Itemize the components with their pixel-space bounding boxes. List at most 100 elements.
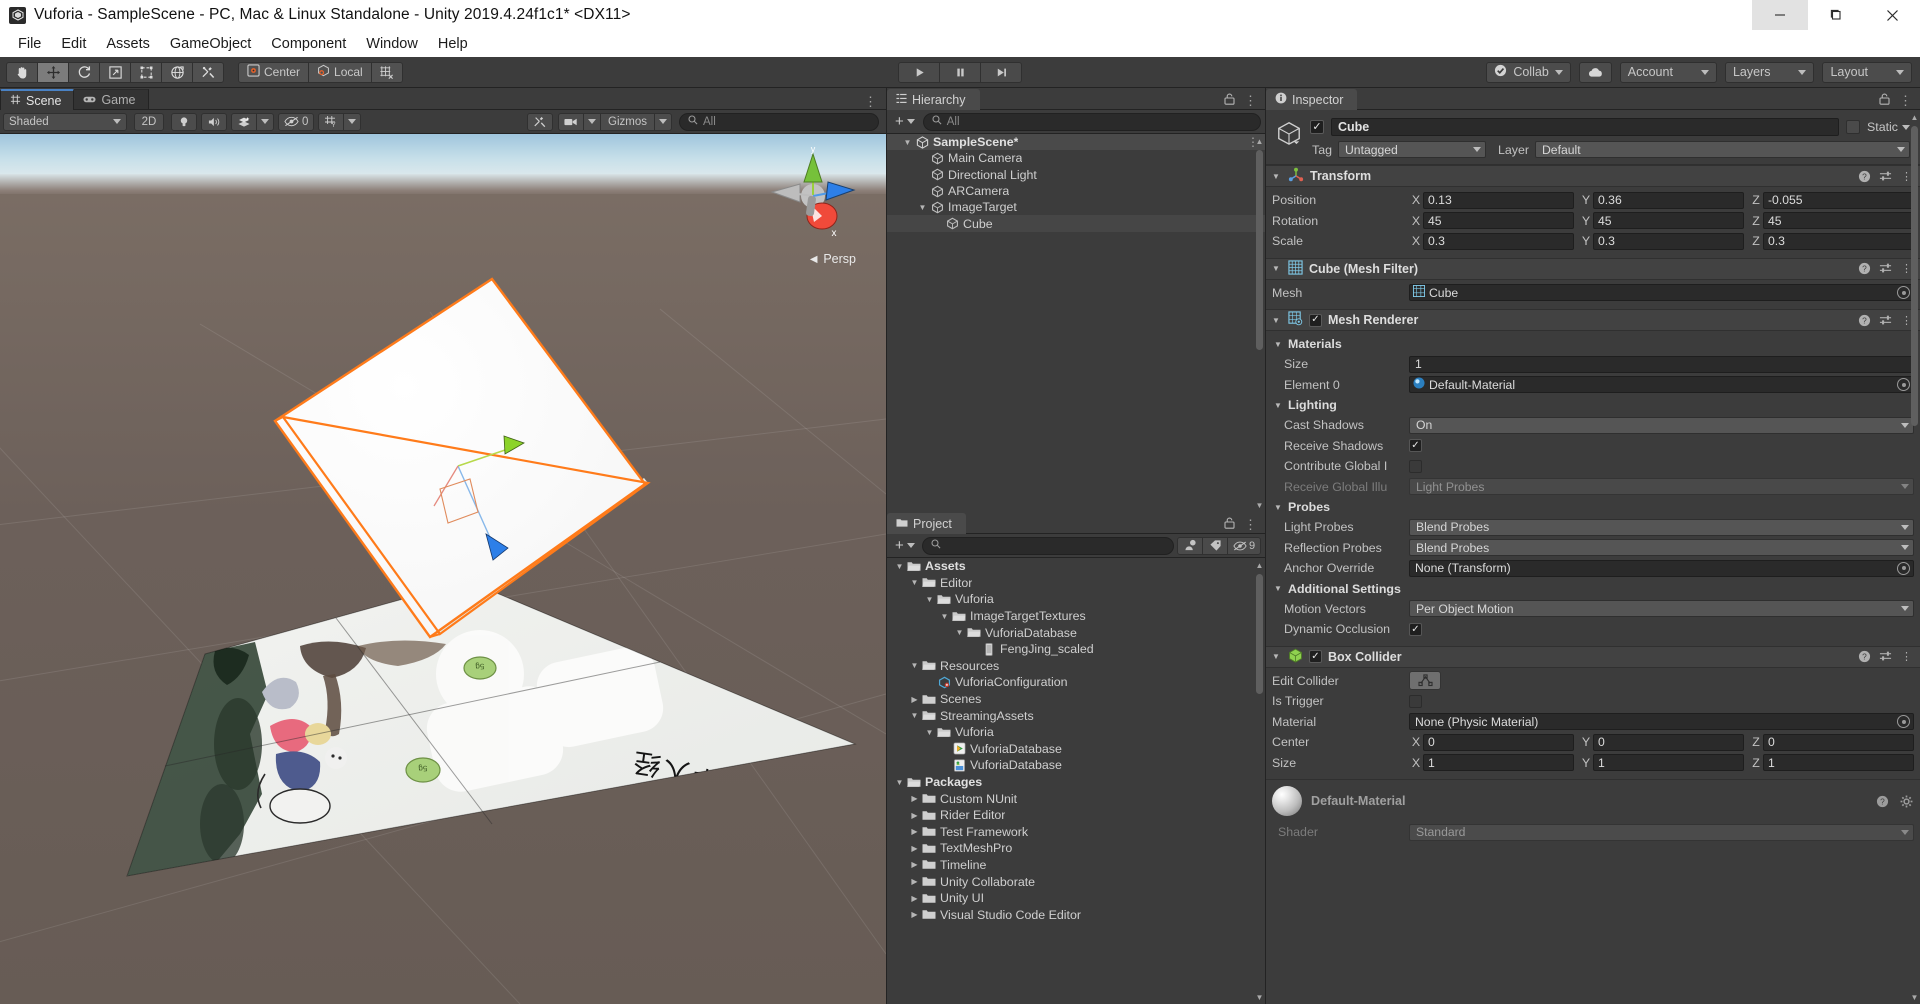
tree-item[interactable]: ▶ TextMeshPro [887, 840, 1265, 857]
shading-mode-dropdown[interactable]: Shaded [3, 112, 127, 131]
tab-scene[interactable]: Scene [0, 89, 75, 110]
tree-item[interactable]: ▼ StreamingAssets [887, 707, 1265, 724]
menu-file[interactable]: File [8, 33, 51, 55]
transform-component-header[interactable]: ▼ Transform ? ⋮ [1266, 165, 1920, 187]
scene-camera-dropdown[interactable] [583, 112, 602, 131]
tree-item[interactable]: ▶ Unity Collaborate [887, 873, 1265, 890]
scale-tool-button[interactable] [99, 61, 131, 83]
tree-item[interactable]: ▼ Vuforia [887, 724, 1265, 741]
project-menu-button[interactable]: ⋮ [1244, 517, 1257, 533]
tree-item[interactable]: ▼ ImageTargetTextures [887, 608, 1265, 625]
cast-shadows-dropdown[interactable]: On [1409, 416, 1914, 434]
chevron-down-icon[interactable]: ▼ [893, 562, 906, 571]
scene-lighting-toggle[interactable] [171, 112, 197, 131]
menu-assets[interactable]: Assets [96, 33, 160, 55]
filter-by-label-button[interactable] [1202, 536, 1228, 555]
tab-project[interactable]: Project [887, 513, 966, 534]
tree-item[interactable]: Main Camera [887, 150, 1265, 166]
layer-dropdown[interactable]: Default [1534, 141, 1910, 158]
materials-element0-field[interactable]: Default-Material [1409, 376, 1914, 394]
scene-orientation-gizmo[interactable]: y x [758, 144, 868, 254]
hierarchy-lock-icon[interactable] [1224, 92, 1235, 110]
gameobject-name-input[interactable]: Cube [1331, 118, 1839, 136]
tree-item[interactable]: VuforiaDatabase [887, 741, 1265, 758]
mesh-renderer-foldout-icon[interactable]: ▼ [1270, 316, 1282, 325]
collider-size-x-input[interactable]: 1 [1423, 754, 1574, 772]
motion-vectors-dropdown[interactable]: Per Object Motion [1409, 600, 1914, 618]
tree-item[interactable]: ▶ Test Framework [887, 824, 1265, 841]
scroll-thumb[interactable] [1256, 150, 1263, 350]
material-preview-header[interactable]: Default-Material ? [1266, 780, 1920, 822]
step-button[interactable] [980, 61, 1022, 83]
scroll-down-arrow-icon[interactable]: ▼ [1255, 992, 1264, 1002]
chevron-down-icon[interactable]: ▼ [908, 661, 921, 670]
inspector-lock-icon[interactable] [1879, 92, 1890, 110]
reflection-probes-dropdown[interactable]: Blend Probes [1409, 539, 1914, 557]
collider-center-y-input[interactable]: 0 [1593, 733, 1744, 751]
tree-item[interactable]: ▶ Custom NUnit [887, 790, 1265, 807]
scroll-up-arrow-icon[interactable]: ▲ [1255, 560, 1264, 570]
tab-hierarchy[interactable]: Hierarchy [887, 89, 980, 110]
transform-foldout-icon[interactable]: ▼ [1270, 172, 1282, 181]
tree-item[interactable]: ▶ Timeline [887, 857, 1265, 874]
collider-size-y-input[interactable]: 1 [1593, 754, 1744, 772]
tree-item[interactable]: FengJing_scaled [887, 641, 1265, 658]
mesh-renderer-component-header[interactable]: ▼ ✓ Mesh Renderer ? ⋮ [1266, 309, 1920, 331]
hierarchy-tree-scrollbar[interactable]: ▲ ▼ [1255, 136, 1264, 510]
tree-item[interactable]: ▼ Packages [887, 774, 1265, 791]
collider-size-z-input[interactable]: 1 [1763, 754, 1914, 772]
menu-edit[interactable]: Edit [51, 33, 96, 55]
object-picker-icon[interactable] [1897, 378, 1910, 392]
transform-scale-y-input[interactable]: 0.3 [1593, 232, 1744, 250]
tree-item[interactable]: Directional Light [887, 167, 1265, 183]
transform-rotation-x-input[interactable]: 45 [1423, 212, 1574, 230]
static-dropdown[interactable]: Static [1867, 120, 1910, 134]
project-create-button[interactable]: + [891, 537, 919, 555]
preset-icon[interactable] [1878, 313, 1893, 328]
hierarchy-tree[interactable]: ▼ SampleScene* ⋮ Main Camera Directional Lig… [887, 134, 1265, 512]
scene-fx-dropdown[interactable] [256, 112, 274, 131]
transform-position-y-input[interactable]: 0.36 [1593, 191, 1744, 209]
scroll-down-arrow-icon[interactable]: ▼ [1910, 992, 1919, 1002]
additional-settings-section[interactable]: ▼ Additional Settings [1272, 579, 1914, 599]
edit-collider-button[interactable] [1409, 671, 1441, 691]
toggle-2d-button[interactable]: 2D [134, 112, 164, 131]
move-tool-button[interactable] [37, 61, 69, 83]
inspector-scroll-thumb[interactable] [1911, 126, 1918, 426]
tree-item[interactable]: ▶ Scenes [887, 691, 1265, 708]
materials-size-input[interactable]: 1 [1409, 355, 1914, 373]
materials-foldout-icon[interactable]: ▼ [1272, 340, 1284, 349]
is-trigger-checkbox[interactable] [1409, 694, 1422, 708]
additional-settings-foldout-icon[interactable]: ▼ [1272, 584, 1284, 593]
scene-projection-mode[interactable]: ◄ Persp [807, 252, 856, 266]
shader-dropdown[interactable]: Standard [1409, 823, 1914, 841]
maximize-button[interactable] [1808, 0, 1864, 30]
transform-scale-x-input[interactable]: 0.3 [1423, 232, 1574, 250]
hand-tool-button[interactable] [6, 61, 38, 83]
chevron-right-icon[interactable]: ▶ [908, 910, 921, 919]
chevron-right-icon[interactable]: ▶ [908, 844, 921, 853]
box-collider-foldout-icon[interactable]: ▼ [1270, 652, 1282, 661]
minimize-button[interactable] [1752, 0, 1808, 30]
gizmos-button[interactable]: Gizmos [600, 112, 655, 131]
transform-tool-button[interactable] [161, 61, 193, 83]
chevron-right-icon[interactable]: ▶ [908, 894, 921, 903]
chevron-right-icon[interactable]: ▶ [908, 695, 921, 704]
scene-grid-toggle[interactable]: Y [318, 112, 345, 131]
scene-grid-dropdown[interactable] [343, 112, 362, 131]
scene-visibility-toggle[interactable]: 0 [278, 112, 315, 131]
chevron-down-icon[interactable]: ▼ [893, 778, 906, 787]
filter-by-type-button[interactable] [1177, 536, 1203, 555]
box-collider-component-header[interactable]: ▼ ✓ Box Collider ? ⋮ [1266, 645, 1920, 668]
scene-panel-menu-button[interactable]: ⋮ [864, 94, 886, 110]
menu-window[interactable]: Window [356, 33, 428, 55]
scroll-down-arrow-icon[interactable]: ▼ [1255, 500, 1264, 510]
scroll-up-arrow-icon[interactable]: ▲ [1910, 112, 1919, 122]
grid-snap-button[interactable] [370, 61, 403, 83]
chevron-down-icon[interactable]: ▼ [908, 578, 921, 587]
probes-section[interactable]: ▼ Probes [1272, 497, 1914, 517]
play-button[interactable] [898, 61, 940, 83]
scene-search-input[interactable]: All [679, 112, 879, 131]
account-button[interactable]: Account [1619, 61, 1717, 83]
chevron-down-icon[interactable]: ▼ [938, 612, 951, 621]
